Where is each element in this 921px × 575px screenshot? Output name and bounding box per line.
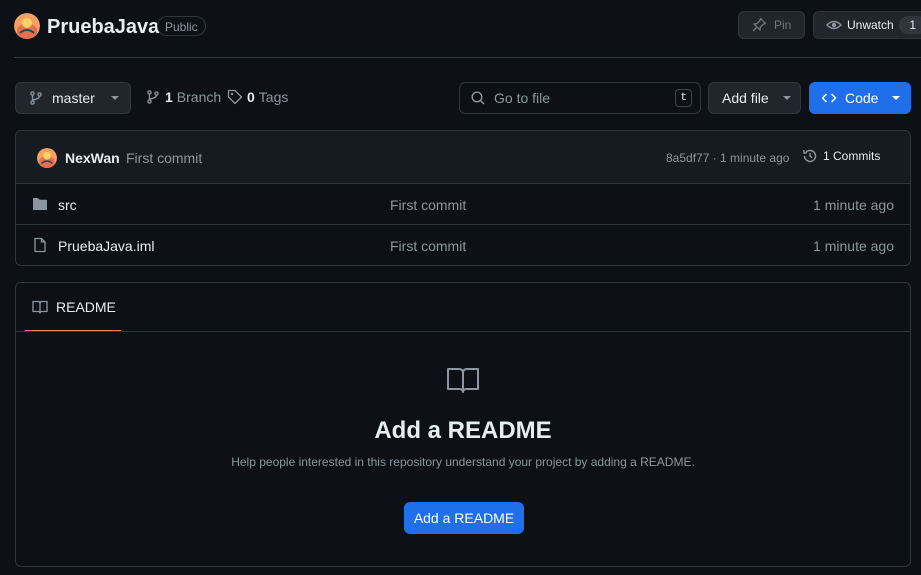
go-to-file-input[interactable]: Go to file t — [459, 82, 701, 114]
code-button[interactable]: Code — [809, 82, 911, 114]
chevron-down-icon — [782, 96, 791, 100]
search-icon — [470, 90, 486, 106]
git-branch-icon — [145, 89, 161, 105]
branches-link[interactable]: 1 Branch — [145, 89, 221, 105]
commits-count-label: 1 Commits — [823, 149, 881, 163]
visibility-badge: Public — [157, 16, 206, 36]
add-file-button[interactable]: Add file — [708, 82, 801, 114]
pin-label: Pin — [774, 18, 792, 32]
readme-panel: README Add a README Help people interest… — [15, 282, 911, 567]
branch-count: 1 — [165, 89, 173, 105]
git-branch-icon — [28, 90, 44, 106]
folder-icon — [32, 196, 48, 212]
commit-hash-time[interactable]: 8a5df77 · 1 minute ago — [666, 151, 789, 165]
branch-selector[interactable]: master — [15, 82, 131, 114]
branch-count-label: Branch — [176, 89, 222, 105]
tag-icon — [227, 89, 243, 105]
file-browser: NexWan First commit 8a5df77 · 1 minute a… — [15, 130, 911, 266]
history-icon — [802, 148, 818, 164]
chevron-down-icon — [892, 96, 901, 100]
commit-author-avatar[interactable] — [37, 148, 57, 168]
file-name[interactable]: src — [58, 197, 77, 213]
header-divider — [14, 57, 921, 58]
branch-name: master — [52, 90, 95, 106]
empty-readme-description: Help people interested in this repositor… — [231, 455, 695, 469]
readme-tab-label: README — [56, 298, 116, 315]
commits-link[interactable]: 1 Commits — [802, 148, 880, 164]
file-commit-time: 1 minute ago — [813, 238, 894, 254]
repo-owner-avatar[interactable] — [14, 13, 40, 39]
chevron-down-icon — [110, 96, 119, 100]
add-readme-button[interactable]: Add a README — [404, 502, 524, 534]
commit-author[interactable]: NexWan — [65, 150, 120, 166]
table-row[interactable]: src First commit 1 minute ago — [16, 184, 910, 225]
book-icon — [32, 299, 48, 315]
file-name[interactable]: PruebaJava.iml — [58, 238, 155, 254]
tags-link[interactable]: 0 Tags — [227, 89, 288, 105]
eye-icon — [826, 17, 842, 33]
unwatch-label: Unwatch — [847, 18, 894, 32]
keyboard-shortcut-hint: t — [675, 89, 692, 107]
commit-message[interactable]: First commit — [126, 150, 202, 166]
tag-count-label: Tags — [258, 89, 289, 105]
file-commit-message[interactable]: First commit — [390, 238, 466, 254]
unwatch-button[interactable]: Unwatch 1 — [813, 11, 921, 39]
pin-icon — [751, 17, 767, 33]
tab-readme[interactable]: README — [25, 283, 121, 332]
latest-commit-bar: NexWan First commit 8a5df77 · 1 minute a… — [16, 131, 910, 184]
file-commit-message[interactable]: First commit — [390, 197, 466, 213]
empty-readme-title: Add a README — [374, 417, 552, 444]
add-file-label: Add file — [722, 90, 769, 106]
search-placeholder: Go to file — [494, 90, 551, 106]
table-row[interactable]: PruebaJava.iml First commit 1 minute ago — [16, 225, 910, 265]
file-commit-time: 1 minute ago — [813, 197, 894, 213]
code-label: Code — [845, 90, 879, 106]
watchers-count: 1 — [898, 16, 921, 34]
repo-name[interactable]: PruebaJava — [47, 14, 159, 40]
code-icon — [821, 90, 837, 106]
tag-count: 0 — [247, 89, 255, 105]
readme-divider — [16, 331, 910, 332]
book-icon — [446, 365, 480, 395]
file-icon — [32, 237, 48, 253]
pin-button[interactable]: Pin — [738, 11, 805, 39]
